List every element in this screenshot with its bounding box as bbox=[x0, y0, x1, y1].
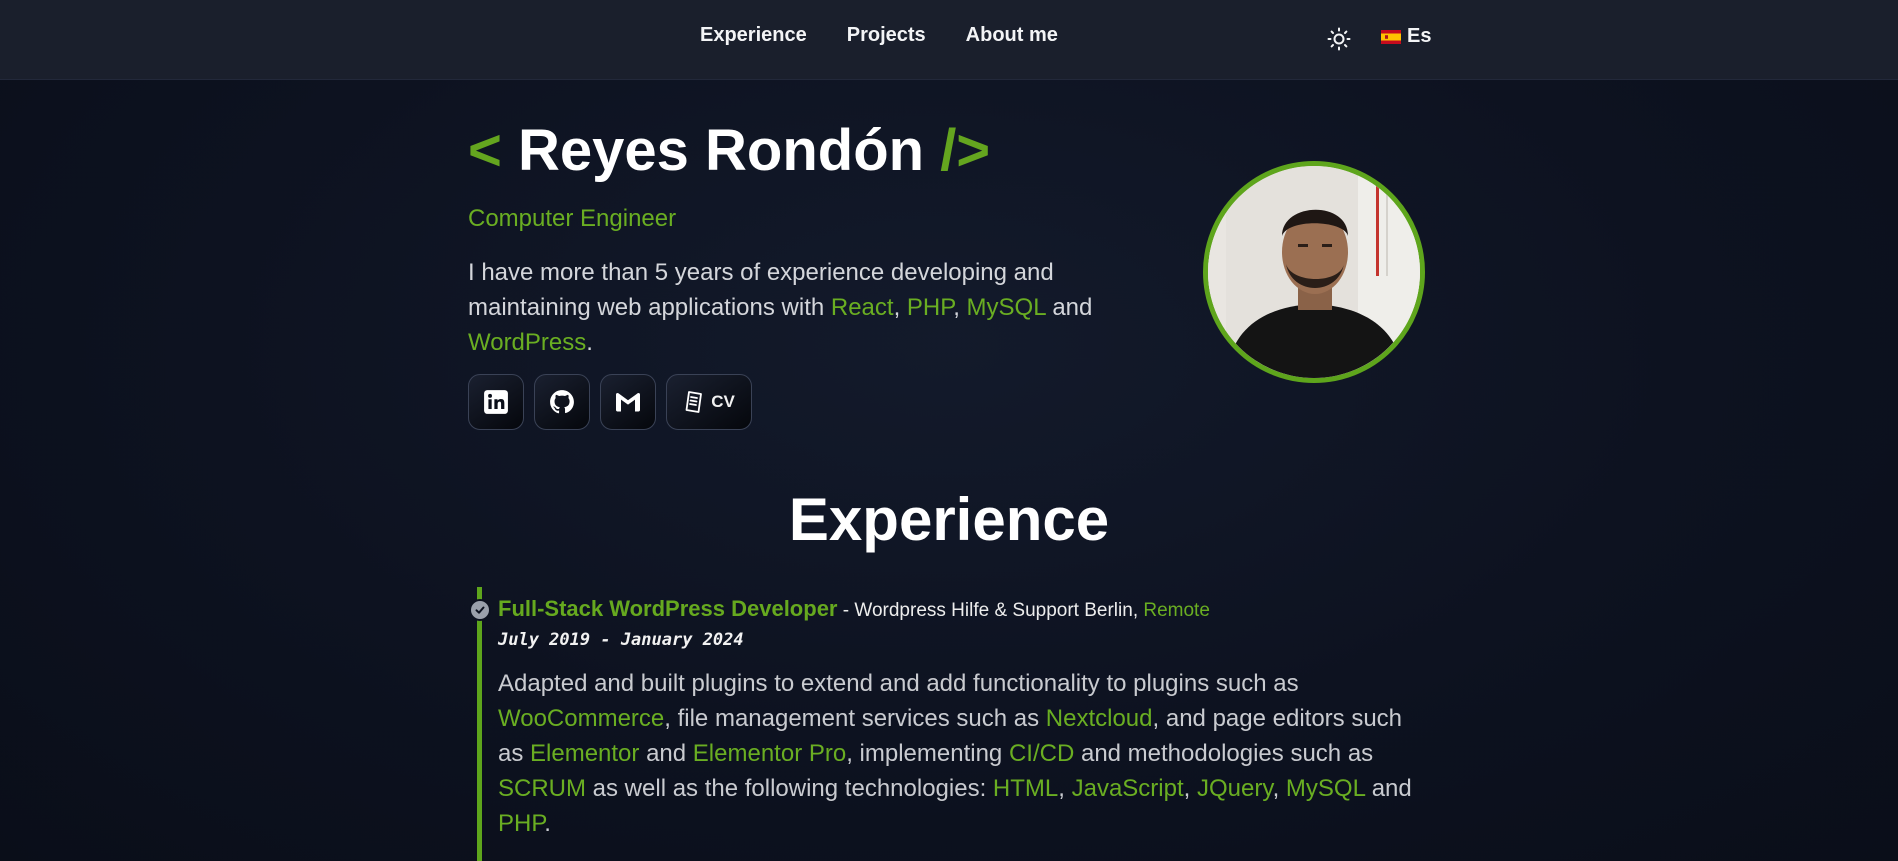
experience-header: Full-Stack WordPress Developer - Wordpre… bbox=[498, 596, 1418, 622]
experience-item: Full-Stack WordPress Developer - Wordpre… bbox=[498, 596, 1418, 841]
experience-desc-text: Adapted and built plugins to extend and … bbox=[498, 670, 1299, 697]
nav-link-about-me[interactable]: About me bbox=[966, 24, 1058, 47]
gmail-icon bbox=[616, 393, 640, 412]
title-open-bracket: < bbox=[468, 118, 502, 183]
nav-link-projects[interactable]: Projects bbox=[847, 24, 926, 47]
experience-desc-text: , bbox=[1272, 775, 1286, 802]
experience-location: Remote bbox=[1143, 600, 1210, 621]
bio-separator: , bbox=[953, 294, 967, 321]
gmail-button[interactable] bbox=[600, 374, 656, 430]
experience-company: - Wordpress Hilfe & Support Berlin, bbox=[837, 600, 1144, 621]
experience-description: Adapted and built plugins to extend and … bbox=[498, 666, 1418, 841]
experience-desc-text: and bbox=[639, 740, 693, 767]
profile-avatar bbox=[1203, 161, 1425, 383]
check-circle-icon bbox=[469, 599, 491, 621]
nav-links: Experience Projects About me bbox=[700, 24, 1058, 47]
bio-tech-mysql: MySQL bbox=[966, 294, 1046, 321]
bio-and: and bbox=[1045, 294, 1093, 321]
experience-tech-highlight: CI/CD bbox=[1008, 740, 1075, 767]
sun-icon bbox=[1327, 27, 1351, 51]
job-title: Computer Engineer bbox=[468, 205, 677, 232]
experience-desc-text: and bbox=[1365, 775, 1412, 802]
owner-name: Reyes Rondón bbox=[518, 118, 925, 183]
bio-end: . bbox=[586, 329, 593, 356]
language-switch[interactable]: Es bbox=[1381, 25, 1431, 48]
social-links: CV bbox=[468, 374, 1148, 430]
profile-photo bbox=[1208, 166, 1420, 378]
experience-tech-highlight: HTML bbox=[992, 775, 1059, 802]
experience-tech-highlight: SCRUM bbox=[498, 775, 586, 802]
experience-desc-text: , implementing bbox=[846, 740, 1009, 767]
spain-flag-icon bbox=[1381, 29, 1401, 44]
experience-tech-highlight: Elementor Pro bbox=[692, 740, 847, 767]
linkedin-icon bbox=[484, 390, 508, 414]
github-icon bbox=[550, 390, 574, 414]
experience-tech-highlight: JQuery bbox=[1196, 775, 1273, 802]
experience-role: Full-Stack WordPress Developer bbox=[498, 596, 838, 621]
top-navbar: Experience Projects About me Es bbox=[0, 0, 1898, 80]
experience-dates: July 2019 - January 2024 bbox=[498, 630, 744, 650]
experience-tech-highlight: Elementor bbox=[530, 740, 640, 767]
bio-tech-php: PHP bbox=[906, 294, 954, 321]
bio-paragraph: I have more than 5 years of experience d… bbox=[468, 255, 1148, 360]
document-icon bbox=[685, 391, 703, 413]
language-label: Es bbox=[1407, 25, 1432, 47]
experience-tech-highlight: Nextcloud bbox=[1045, 705, 1153, 732]
title-close-bracket: /> bbox=[940, 118, 991, 183]
github-button[interactable] bbox=[534, 374, 590, 430]
experience-section-title: Experience bbox=[788, 486, 1110, 553]
bio-tech-react: React bbox=[830, 294, 894, 321]
theme-toggle-button[interactable] bbox=[1325, 25, 1353, 53]
nav-link-experience[interactable]: Experience bbox=[700, 24, 807, 47]
cv-button[interactable]: CV bbox=[666, 374, 752, 430]
page-title: < Reyes Rondón /> bbox=[468, 115, 1148, 187]
experience-tech-highlight: JavaScript bbox=[1071, 775, 1184, 802]
linkedin-button[interactable] bbox=[468, 374, 524, 430]
bio-separator: , bbox=[893, 294, 907, 321]
experience-desc-text: , bbox=[1183, 775, 1197, 802]
experience-desc-text: , file management services such as bbox=[664, 705, 1046, 732]
experience-desc-text: as well as the following technologies: bbox=[586, 775, 993, 802]
experience-tech-highlight: PHP bbox=[498, 810, 545, 837]
timeline-line bbox=[477, 587, 482, 861]
bio-tech-wordpress: WordPress bbox=[468, 329, 587, 356]
experience-tech-highlight: MySQL bbox=[1285, 775, 1366, 802]
experience-desc-text: . bbox=[544, 810, 551, 837]
experience-desc-text: , bbox=[1058, 775, 1072, 802]
hero-section: < Reyes Rondón /> Computer Engineer I ha… bbox=[468, 115, 1148, 430]
experience-tech-highlight: WooCommerce bbox=[498, 705, 665, 732]
experience-desc-text: and methodologies such as bbox=[1074, 740, 1374, 767]
cv-label: CV bbox=[711, 392, 735, 411]
